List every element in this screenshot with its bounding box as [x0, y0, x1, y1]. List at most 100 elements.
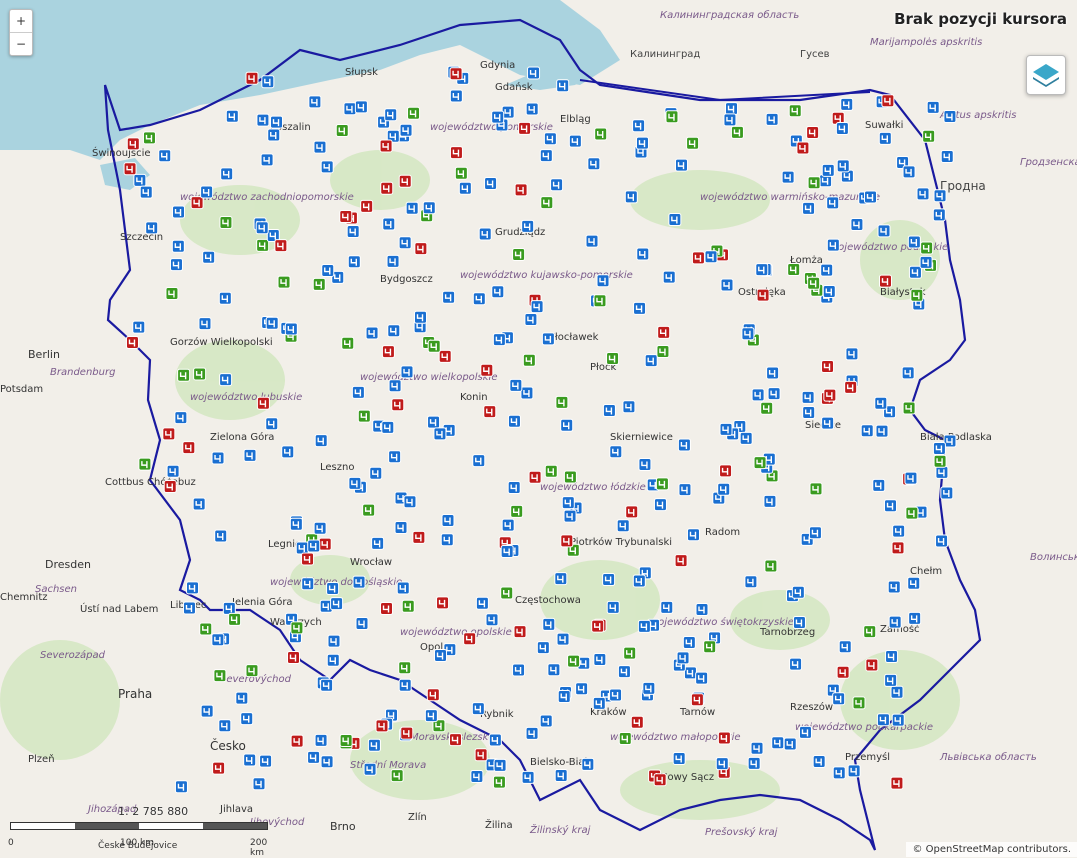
- station-marker-blue[interactable]: [556, 632, 570, 646]
- station-marker-blue[interactable]: [492, 333, 506, 347]
- station-marker-blue[interactable]: [838, 640, 852, 654]
- station-marker-blue[interactable]: [235, 691, 249, 705]
- station-marker-blue[interactable]: [381, 420, 395, 434]
- station-marker-red[interactable]: [125, 335, 139, 349]
- station-marker-blue[interactable]: [933, 189, 947, 203]
- station-marker-blue[interactable]: [860, 424, 874, 438]
- station-marker-blue[interactable]: [744, 575, 758, 589]
- station-marker-red[interactable]: [212, 761, 226, 775]
- station-marker-blue[interactable]: [677, 438, 691, 452]
- station-marker-blue[interactable]: [902, 165, 916, 179]
- station-marker-blue[interactable]: [877, 224, 891, 238]
- station-marker-blue[interactable]: [320, 755, 334, 769]
- station-marker-green[interactable]: [809, 482, 823, 496]
- zoom-in-button[interactable]: +: [10, 10, 32, 32]
- station-marker-blue[interactable]: [876, 713, 890, 727]
- station-marker-blue[interactable]: [836, 159, 850, 173]
- station-marker-blue[interactable]: [907, 235, 921, 249]
- station-marker-green[interactable]: [398, 661, 412, 675]
- station-marker-blue[interactable]: [218, 291, 232, 305]
- station-marker-blue[interactable]: [642, 681, 656, 695]
- station-marker-green[interactable]: [807, 176, 821, 190]
- station-marker-green[interactable]: [213, 669, 227, 683]
- station-marker-blue[interactable]: [560, 418, 574, 432]
- station-marker-blue[interactable]: [145, 221, 159, 235]
- station-marker-blue[interactable]: [219, 373, 233, 387]
- station-marker-green[interactable]: [312, 277, 326, 291]
- station-marker-blue[interactable]: [875, 424, 889, 438]
- station-marker-blue[interactable]: [686, 528, 700, 542]
- station-marker-green[interactable]: [665, 110, 679, 124]
- map-canvas[interactable]: Калининградская область Калининград Гусев M…: [0, 0, 1077, 857]
- station-marker-blue[interactable]: [884, 499, 898, 513]
- station-marker-green[interactable]: [335, 124, 349, 138]
- station-marker-blue[interactable]: [265, 316, 279, 330]
- station-marker-blue[interactable]: [243, 448, 257, 462]
- station-marker-blue[interactable]: [387, 324, 401, 338]
- station-marker-red[interactable]: [756, 288, 770, 302]
- station-marker-green[interactable]: [199, 622, 213, 636]
- station-marker-blue[interactable]: [543, 132, 557, 146]
- station-marker-blue[interactable]: [632, 574, 646, 588]
- station-marker-blue[interactable]: [587, 157, 601, 171]
- station-marker-blue[interactable]: [907, 576, 921, 590]
- station-marker-green[interactable]: [165, 286, 179, 300]
- station-marker-red[interactable]: [245, 71, 259, 85]
- station-marker-blue[interactable]: [330, 597, 344, 611]
- station-marker-green[interactable]: [193, 367, 207, 381]
- station-marker-blue[interactable]: [313, 521, 327, 535]
- station-marker-blue[interactable]: [347, 255, 361, 269]
- station-marker-red[interactable]: [375, 719, 389, 733]
- station-marker-green[interactable]: [753, 456, 767, 470]
- station-marker-blue[interactable]: [527, 66, 541, 80]
- station-marker-blue[interactable]: [653, 498, 667, 512]
- station-marker-red[interactable]: [380, 601, 394, 615]
- station-marker-red[interactable]: [513, 625, 527, 639]
- station-marker-blue[interactable]: [314, 434, 328, 448]
- station-marker-green[interactable]: [594, 127, 608, 141]
- station-marker-blue[interactable]: [307, 539, 321, 553]
- station-marker-green[interactable]: [138, 457, 152, 471]
- station-marker-blue[interactable]: [354, 100, 368, 114]
- station-marker-blue[interactable]: [783, 737, 797, 751]
- station-marker-blue[interactable]: [388, 450, 402, 464]
- station-marker-blue[interactable]: [470, 769, 484, 783]
- station-marker-red[interactable]: [412, 530, 426, 544]
- station-marker-red[interactable]: [381, 345, 395, 359]
- station-marker-blue[interactable]: [660, 600, 674, 614]
- station-marker-blue[interactable]: [172, 205, 186, 219]
- station-marker-blue[interactable]: [384, 108, 398, 122]
- station-marker-green[interactable]: [555, 395, 569, 409]
- station-marker-red[interactable]: [287, 650, 301, 664]
- station-marker-red[interactable]: [414, 242, 428, 256]
- station-marker-blue[interactable]: [243, 753, 257, 767]
- station-marker-blue[interactable]: [192, 497, 206, 511]
- station-marker-blue[interactable]: [766, 366, 780, 380]
- station-marker-blue[interactable]: [747, 756, 761, 770]
- station-marker-blue[interactable]: [585, 234, 599, 248]
- station-marker-green[interactable]: [567, 654, 581, 668]
- station-marker-blue[interactable]: [633, 301, 647, 315]
- station-marker-blue[interactable]: [822, 285, 836, 299]
- station-marker-blue[interactable]: [530, 300, 544, 314]
- station-marker-blue[interactable]: [908, 611, 922, 625]
- station-marker-blue[interactable]: [741, 327, 755, 341]
- station-marker-green[interactable]: [401, 599, 415, 613]
- station-marker-green[interactable]: [492, 775, 506, 789]
- station-marker-blue[interactable]: [485, 613, 499, 627]
- station-marker-blue[interactable]: [723, 113, 737, 127]
- station-marker-blue[interactable]: [398, 236, 412, 250]
- station-marker-blue[interactable]: [343, 102, 357, 116]
- layers-button[interactable]: [1026, 55, 1066, 95]
- station-marker-blue[interactable]: [632, 119, 646, 133]
- station-marker-blue[interactable]: [314, 733, 328, 747]
- station-marker-blue[interactable]: [765, 112, 779, 126]
- station-marker-green[interactable]: [807, 276, 821, 290]
- station-marker-green[interactable]: [686, 136, 700, 150]
- station-marker-red[interactable]: [449, 146, 463, 160]
- station-marker-red[interactable]: [691, 251, 705, 265]
- station-marker-blue[interactable]: [789, 657, 803, 671]
- station-marker-blue[interactable]: [940, 486, 954, 500]
- station-marker-red[interactable]: [391, 398, 405, 412]
- station-marker-blue[interactable]: [488, 733, 502, 747]
